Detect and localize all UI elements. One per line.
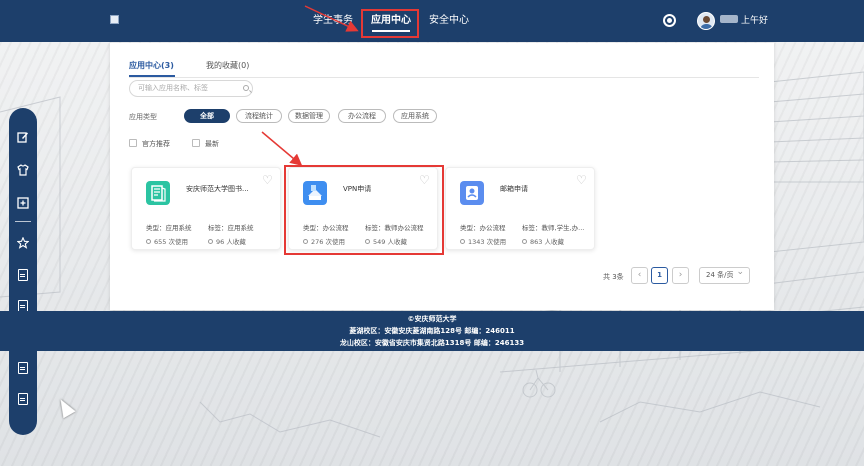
checkbox[interactable] bbox=[192, 139, 200, 147]
shirt-icon[interactable] bbox=[17, 164, 29, 176]
pagination-page-current[interactable]: 1 bbox=[651, 267, 668, 284]
footer: ©安庆师范大学 菱湖校区：安徽安庆菱湖南路128号 邮编：246011 龙山校区… bbox=[0, 311, 864, 351]
nav-security-center[interactable]: 安全中心 bbox=[429, 0, 469, 42]
usage-text: 1343 次使用 bbox=[468, 238, 507, 246]
favorite-text: 96 人收藏 bbox=[216, 238, 246, 246]
left-quick-toolbar bbox=[9, 108, 37, 435]
footer-address-longshan: 龙山校区：安徽省安庆市集贤北路1318号 邮编：246133 bbox=[339, 339, 525, 347]
star-icon[interactable] bbox=[16, 236, 30, 249]
tab-divider bbox=[129, 77, 759, 78]
annotation-box-vpn-card bbox=[284, 165, 444, 255]
footer-address-linghu: 菱湖校区：安徽安庆菱湖南路128号 邮编：246011 bbox=[349, 327, 515, 335]
pagination-next-button[interactable]: › bbox=[672, 267, 689, 284]
app-favorite-count: 96 人收藏 bbox=[208, 236, 246, 246]
nav-student-affairs[interactable]: 学生事务 bbox=[313, 0, 353, 42]
type-chip-data-management[interactable]: 数据管理 bbox=[288, 109, 330, 123]
logo-image bbox=[110, 15, 119, 24]
app-card-mailbox[interactable]: ♡ 邮箱申请 类型：办公流程 标签：教师,学生,办... 1343 次使用 86… bbox=[445, 167, 595, 250]
checkbox[interactable] bbox=[129, 139, 137, 147]
sidebar-divider bbox=[15, 221, 31, 222]
tab-app-center[interactable]: 应用中心(3) bbox=[129, 60, 174, 71]
app-search-input[interactable]: 可输入应用名称、标签 bbox=[129, 80, 253, 97]
edit-icon[interactable] bbox=[17, 131, 29, 143]
user-name-redacted bbox=[720, 15, 738, 23]
app-card-library[interactable]: ♡ 安庆师范大学图书... 类型：应用系统 标签：应用系统 655 次使用 96… bbox=[131, 167, 281, 250]
filter-label: 最新 bbox=[205, 140, 219, 148]
usage-text: 655 次使用 bbox=[154, 238, 188, 246]
type-chip-app-system[interactable]: 应用系统 bbox=[393, 109, 437, 123]
top-navbar: 学生事务 应用中心 安全中心 上午好 bbox=[0, 0, 864, 42]
mail-app-icon bbox=[460, 181, 484, 205]
app-usage-count: 1343 次使用 bbox=[460, 236, 506, 246]
app-favorite-count: 863 人收藏 bbox=[522, 236, 564, 246]
type-chip-process-stats[interactable]: 流程统计 bbox=[236, 109, 282, 123]
favorite-heart-icon[interactable]: ♡ bbox=[262, 174, 273, 186]
favorite-count-icon bbox=[522, 239, 527, 244]
pagination-total: 共 3条 bbox=[603, 273, 624, 281]
search-icon[interactable] bbox=[243, 85, 249, 91]
type-chip-all[interactable]: 全部 bbox=[184, 109, 230, 123]
app-title: 安庆师范大学图书... bbox=[186, 185, 249, 193]
app-title: 邮箱申请 bbox=[500, 185, 528, 193]
tab-my-favorites[interactable]: 我的收藏(0) bbox=[206, 60, 249, 71]
footer-copyright: ©安庆师范大学 bbox=[407, 315, 457, 323]
library-app-icon bbox=[146, 181, 170, 205]
filter-latest[interactable]: 最新 bbox=[192, 139, 219, 149]
settings-gear-icon[interactable] bbox=[663, 14, 676, 27]
favorite-text: 863 人收藏 bbox=[530, 238, 564, 246]
app-type-label: 应用类型 bbox=[129, 113, 157, 121]
app-tag: 标签：教师,学生,办... bbox=[522, 224, 585, 232]
usage-icon bbox=[460, 239, 465, 244]
type-chip-office-process[interactable]: 办公流程 bbox=[338, 109, 386, 123]
user-avatar[interactable] bbox=[697, 12, 715, 30]
app-type: 类型：办公流程 bbox=[460, 224, 506, 232]
document-icon[interactable] bbox=[18, 362, 28, 374]
greeting-text: 上午好 bbox=[741, 16, 769, 26]
app-usage-count: 655 次使用 bbox=[146, 236, 188, 246]
favorite-heart-icon[interactable]: ♡ bbox=[576, 174, 587, 186]
filter-label: 官方推荐 bbox=[142, 140, 170, 148]
filter-official-recommended[interactable]: 官方推荐 bbox=[129, 139, 170, 149]
annotation-box-nav bbox=[361, 9, 419, 38]
page-size-select[interactable]: 24 条/页 bbox=[699, 265, 750, 284]
favorite-count-icon bbox=[208, 239, 213, 244]
usage-icon bbox=[146, 239, 151, 244]
document-icon[interactable] bbox=[18, 393, 28, 405]
document-icon[interactable] bbox=[18, 269, 28, 281]
pagination-prev-button[interactable]: ‹ bbox=[631, 267, 648, 284]
add-box-icon[interactable] bbox=[17, 197, 29, 209]
app-tag: 标签：应用系统 bbox=[208, 224, 254, 232]
app-type: 类型：应用系统 bbox=[146, 224, 192, 232]
